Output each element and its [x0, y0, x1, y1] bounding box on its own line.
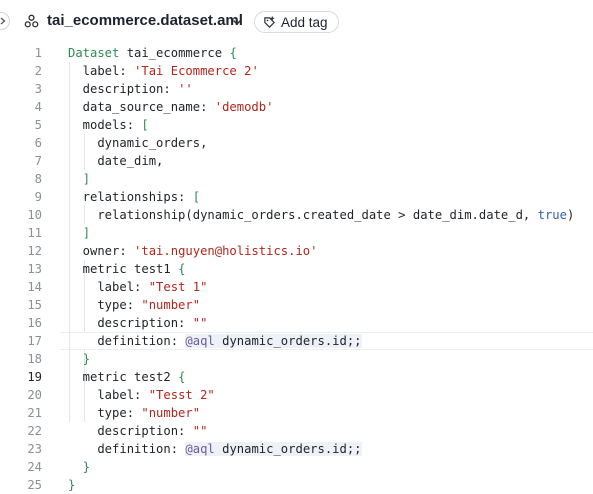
code-editor[interactable]: 1 Dataset tai_ecommerce { 2 label: 'Tai Ec…: [0, 44, 593, 492]
code-text: label: "Tesst 2": [68, 388, 215, 402]
line-number: 7: [34, 154, 42, 168]
code-line[interactable]: 6 dynamic_orders,: [0, 134, 593, 152]
code-line[interactable]: 10 relationship(dynamic_orders.created_d…: [0, 206, 593, 224]
code-text: dynamic_orders,: [68, 136, 208, 150]
chevron-right-icon: [0, 17, 6, 25]
line-number: 3: [34, 82, 42, 96]
line-number: 20: [27, 388, 42, 402]
line-number: 13: [27, 262, 42, 276]
code-line[interactable]: 19 metric test2 {: [0, 368, 593, 386]
chevron-down-icon[interactable]: [231, 16, 243, 28]
code-line[interactable]: 20 label: "Tesst 2": [0, 386, 593, 404]
code-text: models: [: [68, 118, 149, 132]
code-line[interactable]: 17 definition: @aql dynamic_orders.id;;: [0, 332, 593, 350]
line-number: 12: [27, 244, 42, 258]
code-line[interactable]: 3 description: '': [0, 80, 593, 98]
code-line[interactable]: 18 }: [0, 350, 593, 368]
code-text: ]: [82, 172, 91, 186]
code-text: definition: @aql dynamic_orders.id;;: [68, 442, 362, 456]
code-line[interactable]: 24 }: [0, 458, 593, 476]
line-number: 4: [34, 100, 42, 114]
code-line[interactable]: 23 definition: @aql dynamic_orders.id;;: [0, 440, 593, 458]
code-text: relationships: [: [68, 190, 201, 204]
code-line[interactable]: 16 description: "": [0, 314, 593, 332]
code-text: }: [82, 460, 91, 474]
code-text: data_source_name: 'demodb': [68, 100, 274, 114]
line-number: 19: [27, 370, 42, 384]
line-number: 16: [27, 316, 42, 330]
code-text: description: '': [68, 82, 193, 96]
code-text: }: [82, 352, 91, 366]
code-text: description: "": [68, 424, 208, 438]
code-line[interactable]: 15 type: "number": [0, 296, 593, 314]
line-number: 23: [27, 442, 42, 456]
file-name: tai_ecommerce.dataset.aml: [47, 12, 243, 29]
line-number: 22: [27, 424, 42, 438]
line-number: 21: [27, 406, 42, 420]
code-text: ]: [82, 226, 91, 240]
code-line[interactable]: 12 owner: 'tai.nguyen@holistics.io': [0, 242, 593, 260]
line-number: 2: [34, 64, 42, 78]
code-line[interactable]: 5 models: [: [0, 116, 593, 134]
code-line[interactable]: 22 description: "": [0, 422, 593, 440]
code-line[interactable]: 14 label: "Test 1": [0, 278, 593, 296]
code-line[interactable]: 2 label: 'Tai Ecommerce 2': [0, 62, 593, 80]
line-number: 9: [34, 190, 42, 204]
line-number: 8: [34, 172, 42, 186]
line-number: 17: [27, 334, 42, 348]
line-number: 15: [27, 298, 42, 312]
code-text: label: 'Tai Ecommerce 2': [68, 64, 259, 78]
code-line[interactable]: 7 date_dim,: [0, 152, 593, 170]
code-line[interactable]: 4 data_source_name: 'demodb': [0, 98, 593, 116]
code-text: }: [68, 478, 76, 492]
code-text: type: "number": [68, 406, 201, 420]
code-text: Dataset tai_ecommerce {: [68, 46, 237, 60]
line-number: 18: [27, 352, 42, 366]
code-line[interactable]: 11 ]: [0, 224, 593, 242]
line-number: 24: [27, 460, 42, 474]
code-text: definition: @aql dynamic_orders.id;;: [68, 334, 362, 348]
line-number: 11: [27, 226, 42, 240]
code-line[interactable]: 1 Dataset tai_ecommerce {: [0, 44, 593, 62]
code-line[interactable]: 21 type: "number": [0, 404, 593, 422]
line-number: 10: [27, 208, 42, 222]
line-number: 1: [34, 46, 42, 60]
add-tag-label: Add tag: [281, 14, 328, 30]
code-line[interactable]: 9 relationships: [: [0, 188, 593, 206]
code-text: type: "number": [68, 298, 201, 312]
code-line[interactable]: 13 metric test1 {: [0, 260, 593, 278]
line-number: 6: [34, 136, 42, 150]
code-text: metric test2 {: [68, 370, 186, 384]
code-text: relationship(dynamic_orders.created_date…: [68, 208, 575, 222]
sidebar-toggle[interactable]: [0, 12, 10, 30]
line-number: 5: [34, 118, 42, 132]
code-text: owner: 'tai.nguyen@holistics.io': [68, 244, 318, 258]
file-header: tai_ecommerce.dataset.aml Add tag: [0, 0, 593, 42]
code-text: date_dim,: [68, 154, 164, 168]
dataset-icon: [24, 14, 39, 28]
code-text: label: "Test 1": [68, 280, 208, 294]
code-line[interactable]: 8 ]: [0, 170, 593, 188]
line-number: 14: [27, 280, 42, 294]
code-line[interactable]: 25}: [0, 476, 593, 494]
code-text: metric test1 {: [68, 262, 186, 276]
line-number: 25: [27, 478, 42, 492]
code-text: description: "": [68, 316, 208, 330]
add-tag-button[interactable]: Add tag: [254, 11, 339, 33]
tag-plus-icon: [264, 15, 275, 28]
